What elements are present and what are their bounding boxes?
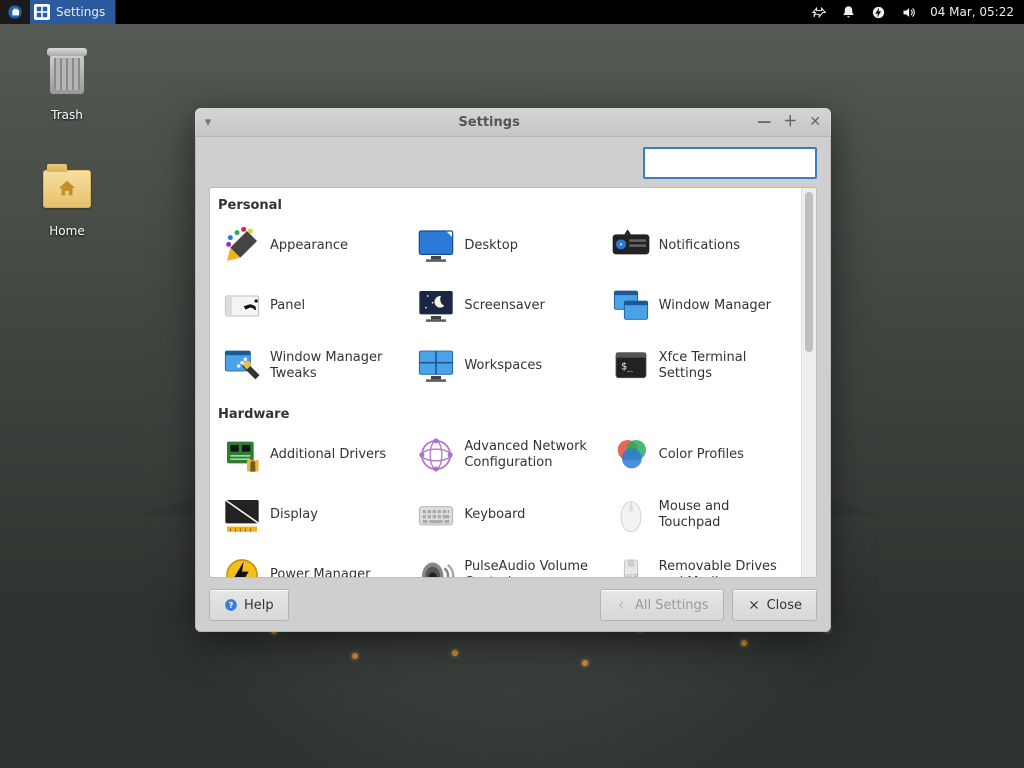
item-desktop[interactable]: Desktop — [412, 219, 606, 273]
desktop-icon-home[interactable]: Home — [32, 164, 102, 238]
clock[interactable]: 04 Mar, 05:22 — [930, 5, 1014, 19]
category-hardware: Hardware — [218, 403, 801, 426]
item-notifications[interactable]: Notifications — [607, 219, 801, 273]
whisker-menu-button[interactable] — [0, 0, 30, 24]
item-mouse[interactable]: Mouse and Touchpad — [607, 488, 801, 542]
terminal-icon: $_ — [611, 346, 651, 386]
display-icon — [222, 495, 262, 535]
wm-tweaks-icon — [222, 346, 262, 386]
item-label: Display — [270, 507, 318, 523]
category-personal: Personal — [218, 194, 801, 217]
notifications-icon — [611, 226, 651, 266]
item-color-profiles[interactable]: Color Profiles — [607, 428, 801, 482]
item-window-manager[interactable]: Window Manager — [607, 279, 801, 333]
back-arrow-icon — [615, 598, 629, 612]
removable-icon: USB — [611, 555, 651, 577]
item-label: Mouse and Touchpad — [659, 499, 789, 532]
volume-icon[interactable] — [900, 4, 916, 20]
item-pulseaudio[interactable]: PulseAudio Volume Control — [412, 548, 606, 577]
item-label: Notifications — [659, 238, 740, 254]
window-title: Settings — [221, 115, 757, 130]
desktop-icon-label: Home — [32, 224, 102, 238]
dialog-button-bar: ? Help All Settings Close — [195, 578, 831, 632]
item-label: Additional Drivers — [270, 447, 386, 463]
close-icon — [747, 598, 761, 612]
help-icon: ? — [224, 598, 238, 612]
pulseaudio-icon — [416, 555, 456, 577]
taskbar-item-icon — [34, 4, 50, 20]
item-label: Desktop — [464, 238, 518, 254]
item-label: Workspaces — [464, 358, 542, 374]
item-label: PulseAudio Volume Control — [464, 559, 594, 577]
taskbar-item-settings[interactable]: Settings — [30, 0, 116, 24]
power-manager-icon[interactable] — [870, 4, 886, 20]
search-input[interactable] — [657, 155, 831, 172]
color-profiles-icon — [611, 435, 651, 475]
top-panel: Settings 04 Mar, 05:22 — [0, 0, 1024, 24]
item-display[interactable]: Display — [218, 488, 412, 542]
item-label: Xfce Terminal Settings — [659, 350, 789, 383]
scrollbar[interactable] — [801, 188, 816, 577]
minimize-button[interactable]: — — [757, 115, 771, 129]
screensaver-icon — [416, 286, 456, 326]
keyboard-icon — [416, 495, 456, 535]
item-removable[interactable]: USB Removable Drives and Media — [607, 548, 801, 577]
item-label: Screensaver — [464, 298, 544, 314]
item-workspaces[interactable]: Workspaces — [412, 339, 606, 393]
item-label: Panel — [270, 298, 305, 314]
item-label: Window Manager — [659, 298, 771, 314]
notifications-bell-icon[interactable] — [840, 4, 856, 20]
all-settings-button: All Settings — [600, 589, 724, 621]
button-label: All Settings — [635, 598, 709, 613]
window-manager-icon — [611, 286, 651, 326]
svg-text:$_: $_ — [621, 361, 634, 372]
item-additional-drivers[interactable]: Additional Drivers — [218, 428, 412, 482]
item-label: Removable Drives and Media — [659, 559, 789, 577]
item-label: Advanced Network Configuration — [464, 439, 594, 472]
help-button[interactable]: ? Help — [209, 589, 289, 621]
item-label: Window Manager Tweaks — [270, 350, 400, 383]
desktop-icon-label: Trash — [32, 108, 102, 122]
settings-window: ▾ Settings — ＋ ✕ Personal Appearance — [195, 108, 831, 632]
maximize-button[interactable]: ＋ — [783, 115, 797, 129]
workspaces-icon — [416, 346, 456, 386]
network-icon[interactable] — [810, 4, 826, 20]
home-folder-icon — [43, 170, 91, 208]
trash-icon — [50, 54, 84, 94]
panel-icon — [222, 286, 262, 326]
settings-search[interactable] — [643, 147, 817, 179]
item-panel[interactable]: Panel — [218, 279, 412, 333]
button-label: Close — [767, 598, 802, 613]
item-wm-tweaks[interactable]: Window Manager Tweaks — [218, 339, 412, 393]
item-terminal-settings[interactable]: $_ Xfce Terminal Settings — [607, 339, 801, 393]
drivers-icon — [222, 435, 262, 475]
item-label: Keyboard — [464, 507, 525, 523]
desktop-icon — [416, 226, 456, 266]
button-label: Help — [244, 598, 274, 613]
item-network[interactable]: Advanced Network Configuration — [412, 428, 606, 482]
item-keyboard[interactable]: Keyboard — [412, 488, 606, 542]
item-label: Color Profiles — [659, 447, 744, 463]
close-window-button[interactable]: ✕ — [809, 115, 821, 129]
item-appearance[interactable]: Appearance — [218, 219, 412, 273]
item-label: Appearance — [270, 238, 348, 254]
svg-text:?: ? — [229, 600, 234, 610]
desktop-icon-trash[interactable]: Trash — [32, 50, 102, 122]
appearance-icon — [222, 226, 262, 266]
close-button[interactable]: Close — [732, 589, 817, 621]
item-screensaver[interactable]: Screensaver — [412, 279, 606, 333]
titlebar[interactable]: ▾ Settings — ＋ ✕ — [195, 108, 831, 137]
network-config-icon — [416, 435, 456, 475]
item-label: Power Manager — [270, 567, 370, 577]
taskbar-item-label: Settings — [56, 5, 105, 19]
system-tray: 04 Mar, 05:22 — [810, 4, 1024, 20]
window-menu-button[interactable]: ▾ — [195, 115, 221, 130]
item-power-manager[interactable]: Power Manager — [218, 548, 412, 577]
svg-text:USB: USB — [623, 573, 638, 577]
mouse-icon — [611, 495, 651, 535]
settings-list[interactable]: Personal Appearance Desktop — [210, 188, 801, 577]
power-icon — [222, 555, 262, 577]
